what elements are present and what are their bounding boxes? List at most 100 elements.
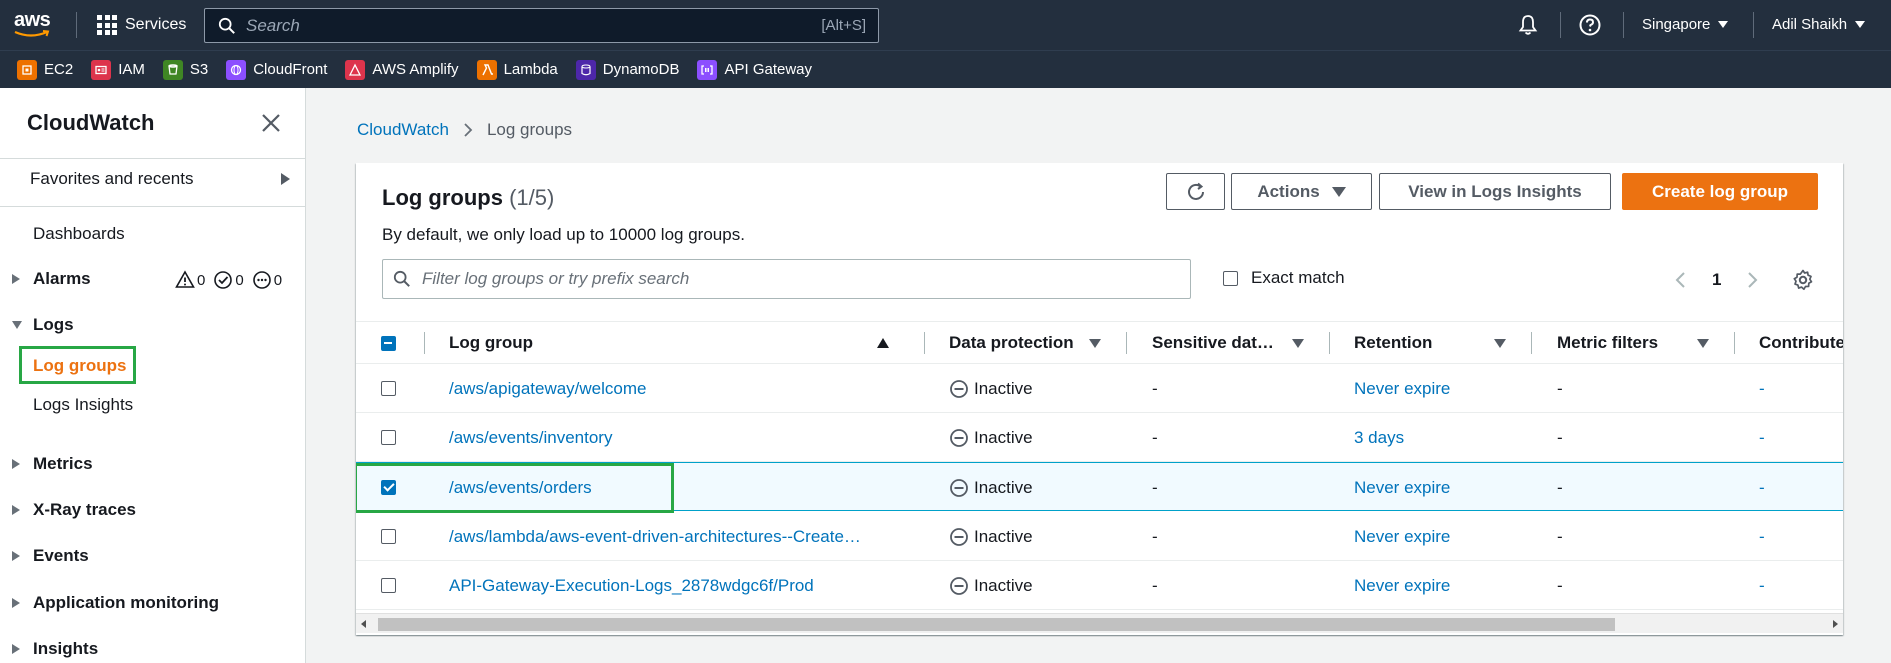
alarm-count-insufficient[interactable]: 0: [252, 270, 282, 290]
view-in-logs-insights-button[interactable]: View in Logs Insights: [1379, 173, 1611, 210]
chevron-right-icon[interactable]: [1745, 270, 1759, 290]
retention-link[interactable]: Never expire: [1354, 561, 1450, 610]
favorite-lambda[interactable]: Lambda: [476, 59, 558, 80]
column-header-contributor[interactable]: Contribute: [1759, 322, 1843, 364]
alarm-count-in-alarm[interactable]: 0: [175, 270, 205, 290]
count-value: 0: [273, 271, 283, 289]
log-group-link[interactable]: /aws/apigateway/welcome: [449, 364, 899, 413]
column-divider: [924, 332, 925, 354]
sidebar-item-insights[interactable]: Insights: [12, 639, 98, 659]
sidebar-item-application-monitoring[interactable]: Application monitoring: [12, 593, 219, 613]
s3-icon: [162, 59, 183, 80]
lambda-icon: [476, 59, 497, 80]
close-icon[interactable]: [260, 112, 282, 134]
column-divider: [424, 332, 425, 354]
sidebar-item-metrics[interactable]: Metrics: [12, 454, 93, 474]
column-label: Log group: [449, 333, 534, 352]
table-row[interactable]: /aws/lambda/aws-event-driven-architectur…: [356, 512, 1843, 561]
favorites-and-recents[interactable]: Favorites and recents: [30, 169, 290, 189]
log-group-link[interactable]: /aws/events/inventory: [449, 413, 899, 462]
checkbox[interactable]: [381, 529, 396, 544]
sidebar-item-log-groups[interactable]: Log groups: [19, 346, 136, 384]
filter-input[interactable]: Filter log groups or try prefix search: [382, 259, 1191, 299]
current-page[interactable]: 1: [1712, 270, 1721, 290]
search-input[interactable]: Search [Alt+S]: [204, 8, 879, 43]
refresh-button[interactable]: [1166, 173, 1225, 210]
favorite-amplify[interactable]: AWS Amplify: [345, 59, 459, 80]
scroll-right-icon[interactable]: [1833, 620, 1838, 628]
column-header-retention[interactable]: Retention: [1354, 322, 1506, 364]
column-header-sensitive-data[interactable]: Sensitive dat…: [1152, 322, 1304, 364]
checkbox[interactable]: [381, 335, 396, 351]
alarm-count-ok[interactable]: 0: [213, 270, 244, 290]
actions-button[interactable]: Actions: [1231, 173, 1372, 210]
retention-link[interactable]: 3 days: [1354, 413, 1404, 462]
chevron-left-icon[interactable]: [1674, 270, 1688, 290]
bell-icon[interactable]: [1516, 13, 1540, 37]
create-log-group-button[interactable]: Create log group: [1622, 173, 1818, 210]
sidebar-item-dashboards[interactable]: Dashboards: [33, 224, 125, 244]
row-checkbox-cell: [381, 512, 396, 561]
exact-match-checkbox[interactable]: Exact match: [1223, 268, 1345, 288]
breadcrumb: CloudWatch Log groups: [357, 120, 572, 140]
favorite-ec2[interactable]: EC2: [17, 59, 73, 80]
data-protection-cell: Inactive: [949, 512, 1033, 561]
retention-link[interactable]: Never expire: [1354, 512, 1450, 561]
table-header: Log group Data protection Sensitive dat……: [356, 321, 1843, 364]
contributor-link[interactable]: -: [1759, 364, 1765, 413]
aws-logo[interactable]: aws: [14, 10, 58, 40]
sidebar-item-events[interactable]: Events: [12, 546, 89, 566]
sidebar-item-label: Events: [33, 546, 89, 565]
region-selector[interactable]: Singapore: [1642, 16, 1729, 33]
search-icon: [218, 17, 235, 34]
minus-circle-icon: [950, 379, 968, 398]
count-value: 0: [197, 271, 206, 289]
checkbox[interactable]: [381, 430, 396, 445]
horizontal-scrollbar[interactable]: [356, 613, 1843, 633]
scrollbar-thumb[interactable]: [378, 618, 1615, 631]
help-icon[interactable]: [1578, 13, 1602, 37]
sidebar-item-logs-insights[interactable]: Logs Insights: [33, 395, 133, 415]
column-header-metric-filters[interactable]: Metric filters: [1557, 322, 1709, 364]
scroll-left-icon[interactable]: [361, 620, 366, 628]
contributor-link[interactable]: -: [1759, 463, 1765, 512]
favorite-api-gateway[interactable]: API Gateway: [697, 59, 812, 80]
table-row[interactable]: /aws/events/inventory Inactive - 3 days …: [356, 413, 1843, 462]
gear-icon[interactable]: [1791, 268, 1815, 292]
table-row[interactable]: API-Gateway-Execution-Logs_2878wdgc6f/Pr…: [356, 561, 1843, 610]
panel-description: By default, we only load up to 10000 log…: [382, 225, 745, 244]
minus-circle-icon: [950, 576, 968, 595]
status-text: Inactive: [974, 427, 1033, 447]
data-protection-cell: Inactive: [949, 463, 1033, 512]
favorite-s3[interactable]: S3: [162, 59, 208, 80]
favorite-dynamodb[interactable]: DynamoDB: [575, 59, 679, 80]
contributor-link[interactable]: -: [1759, 413, 1765, 462]
table-row-selected[interactable]: /aws/events/orders Inactive - Never expi…: [356, 462, 1843, 513]
retention-link[interactable]: Never expire: [1354, 463, 1450, 512]
table-row[interactable]: /aws/apigateway/welcome Inactive - Never…: [356, 364, 1843, 413]
checkbox[interactable]: [381, 578, 396, 593]
column-header-data-protection[interactable]: Data protection: [949, 322, 1101, 364]
checkbox[interactable]: [1223, 270, 1238, 286]
log-group-link[interactable]: API-Gateway-Execution-Logs_2878wdgc6f/Pr…: [449, 561, 899, 610]
sidebar-item-xray-traces[interactable]: X-Ray traces: [12, 500, 136, 520]
select-all-checkbox[interactable]: [381, 322, 396, 364]
checkbox[interactable]: [381, 381, 396, 396]
services-label: Services: [125, 16, 187, 33]
data-protection-cell: Inactive: [949, 413, 1033, 462]
breadcrumb-cloudwatch[interactable]: CloudWatch: [357, 120, 449, 140]
sidebar-item-alarms[interactable]: Alarms: [12, 269, 91, 289]
retention-link[interactable]: Never expire: [1354, 364, 1450, 413]
column-header-log-group[interactable]: Log group: [449, 322, 889, 364]
favorite-iam[interactable]: IAM: [91, 59, 145, 80]
user-menu[interactable]: Adil Shaikh: [1772, 16, 1866, 33]
sensitive-data-cell: -: [1152, 575, 1158, 595]
region-label: Singapore: [1642, 16, 1711, 33]
divider: [76, 12, 77, 38]
services-menu[interactable]: Services: [97, 14, 186, 36]
favorite-cloudfront[interactable]: CloudFront: [226, 59, 327, 80]
contributor-link[interactable]: -: [1759, 561, 1765, 610]
contributor-link[interactable]: -: [1759, 512, 1765, 561]
sidebar-item-logs[interactable]: Logs: [12, 315, 74, 335]
log-group-link[interactable]: /aws/lambda/aws-event-driven-architectur…: [449, 512, 899, 561]
